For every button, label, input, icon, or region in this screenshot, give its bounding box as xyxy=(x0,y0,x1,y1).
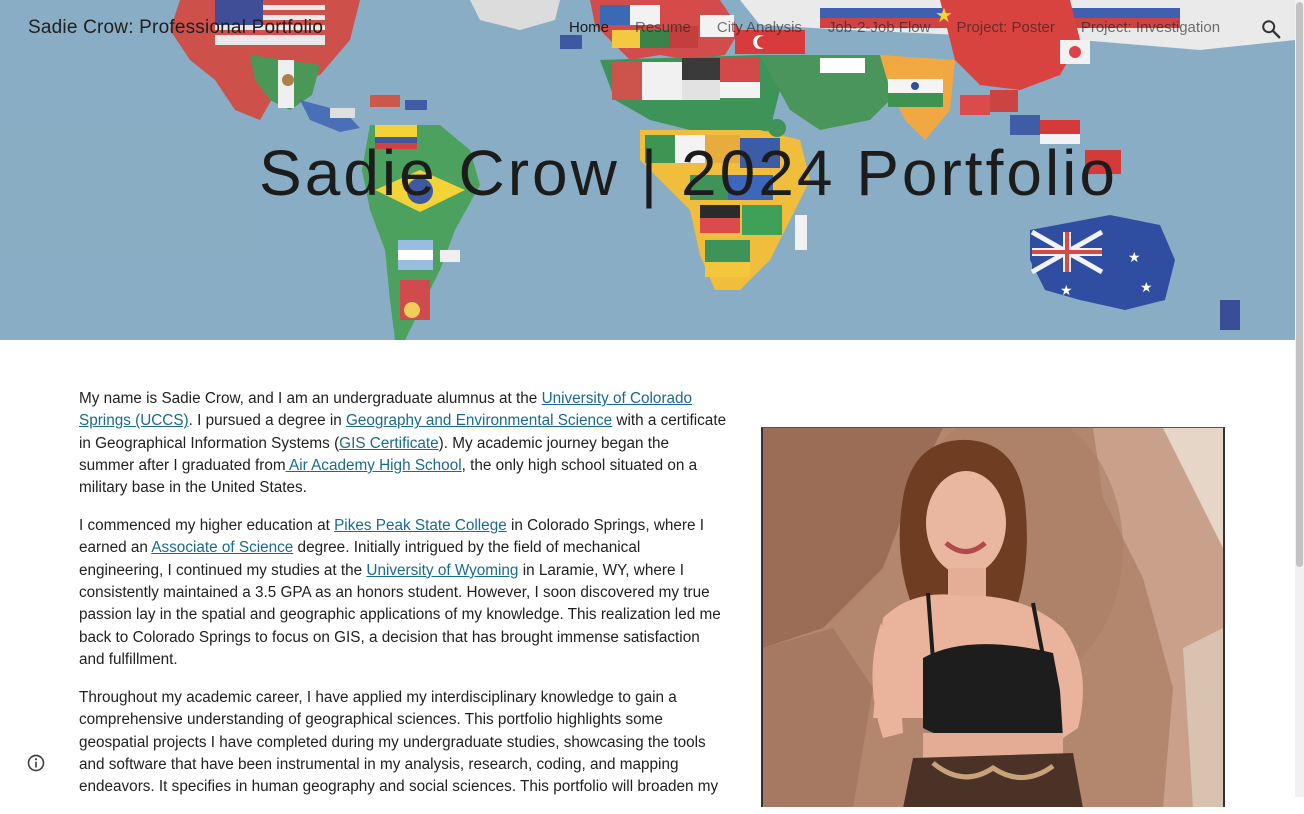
nav-item-resume[interactable]: Resume xyxy=(635,19,691,41)
search-icon[interactable] xyxy=(1260,18,1282,40)
link-pikes-peak-state-college[interactable]: Pikes Peak State College xyxy=(334,517,507,534)
link-air-academy-high-school[interactable]: Air Academy High School xyxy=(286,457,462,474)
portrait-photo xyxy=(761,427,1225,807)
nav-item-job-2-job-flow[interactable]: Job-2-Job Flow xyxy=(828,19,931,41)
info-icon[interactable] xyxy=(26,753,46,773)
paragraph-1: My name is Sadie Crow, and I am an under… xyxy=(79,390,727,497)
link-associate-of-science[interactable]: Associate of Science xyxy=(151,539,293,556)
site-title[interactable]: Sadie Crow: Professional Portfolio xyxy=(28,17,323,39)
hero-banner: ★ ★ ★ ★ Sadie Crow: Professional Portfol… xyxy=(0,0,1295,340)
paragraph-3: Throughout my academic career, I have ap… xyxy=(79,688,719,796)
page-title: Sadie Crow | 2024 Portfolio xyxy=(259,137,1118,209)
nav-item-project-investigation[interactable]: Project: Investigation xyxy=(1081,19,1220,41)
intro-text: My name is Sadie Crow, and I am an under… xyxy=(79,388,727,814)
top-navigation: Home Resume City Analysis Job-2-Job Flow… xyxy=(569,19,1220,41)
nav-item-project-poster[interactable]: Project: Poster xyxy=(956,19,1054,41)
nav-item-home[interactable]: Home xyxy=(569,19,609,41)
paragraph-2: I commenced my higher education at Pikes… xyxy=(79,517,721,668)
scrollbar-thumb[interactable] xyxy=(1296,2,1303,567)
page-scrollbar[interactable] xyxy=(1295,0,1304,797)
link-gis-certificate[interactable]: GIS Certificate xyxy=(339,435,438,452)
nav-item-city-analysis[interactable]: City Analysis xyxy=(717,19,802,41)
link-geography-environmental-science[interactable]: Geography and Environmental Science xyxy=(346,412,612,429)
link-university-of-wyoming[interactable]: University of Wyoming xyxy=(366,562,518,579)
